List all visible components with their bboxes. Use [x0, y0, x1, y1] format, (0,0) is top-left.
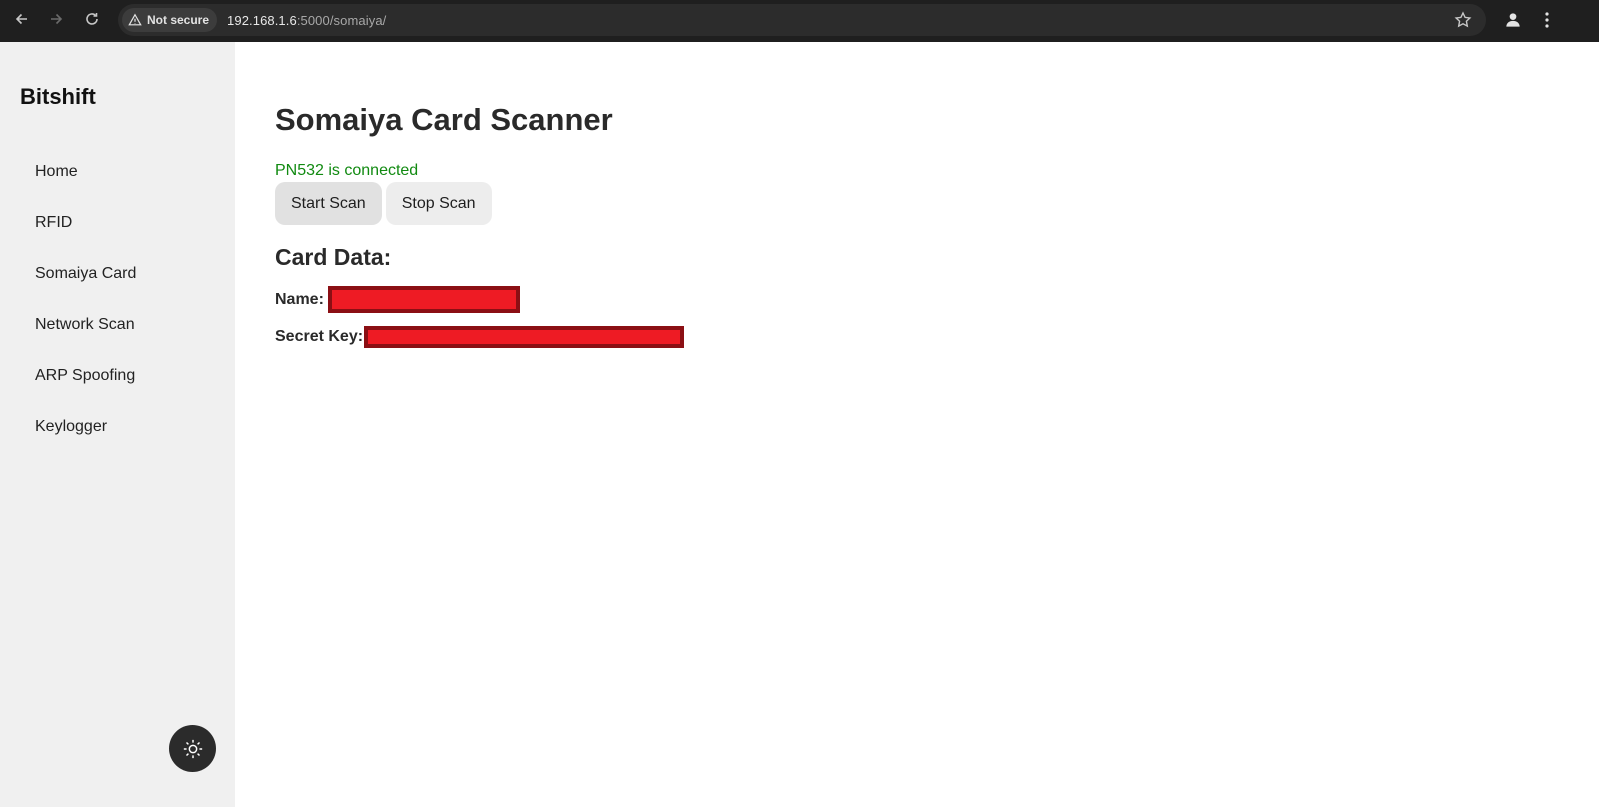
name-field-row: Name: — [275, 286, 520, 313]
security-indicator[interactable]: Not secure — [122, 8, 218, 32]
start-scan-button[interactable]: Start Scan — [275, 182, 382, 225]
back-icon[interactable] — [8, 5, 36, 33]
warning-icon — [128, 13, 142, 26]
secret-key-value-redacted — [364, 326, 685, 348]
name-value-redacted — [327, 286, 520, 313]
stop-scan-button[interactable]: Stop Scan — [385, 182, 492, 225]
name-label: Name: — [275, 290, 324, 308]
sidebar-item-arp-spoofing[interactable]: ARP Spoofing — [0, 350, 235, 401]
kebab-menu-icon[interactable] — [1538, 8, 1556, 32]
sidebar-item-rfid[interactable]: RFID — [0, 197, 235, 248]
url-host: 192.168.1.6 — [227, 12, 297, 28]
sidebar-nav: Home RFID Somaiya Card Network Scan ARP … — [0, 146, 235, 452]
theme-toggle-button[interactable] — [169, 725, 216, 772]
url-text[interactable]: 192.168.1.6:5000/somaiya/ — [227, 13, 386, 28]
forward-icon[interactable] — [42, 5, 70, 33]
sidebar-item-network-scan[interactable]: Network Scan — [0, 299, 235, 350]
sun-icon — [183, 739, 202, 758]
bookmark-star-icon[interactable] — [1454, 11, 1472, 29]
address-bar[interactable]: Not secure 192.168.1.6:5000/somaiya/ — [118, 4, 1486, 36]
sidebar-item-somaiya-card[interactable]: Somaiya Card — [0, 248, 235, 299]
scan-controls: Start Scan Stop Scan — [275, 182, 492, 225]
brand-title: Bitshift — [20, 84, 96, 109]
security-label: Not secure — [147, 13, 210, 27]
profile-icon[interactable] — [1501, 8, 1525, 32]
sidebar-item-keylogger[interactable]: Keylogger — [0, 401, 235, 452]
page-title: Somaiya Card Scanner — [275, 102, 613, 137]
card-data-heading: Card Data: — [275, 244, 392, 270]
sidebar-item-home[interactable]: Home — [0, 146, 235, 197]
browser-toolbar: Not secure 192.168.1.6:5000/somaiya/ — [0, 0, 1599, 42]
url-path: :5000/somaiya/ — [296, 12, 387, 28]
secret-key-field-row: Secret Key: — [275, 326, 685, 348]
sidebar: Bitshift Home RFID Somaiya Card Network … — [0, 42, 235, 807]
reload-icon[interactable] — [78, 5, 106, 33]
connection-status: PN532 is connected — [275, 162, 419, 179]
secret-key-label: Secret Key: — [275, 328, 364, 345]
